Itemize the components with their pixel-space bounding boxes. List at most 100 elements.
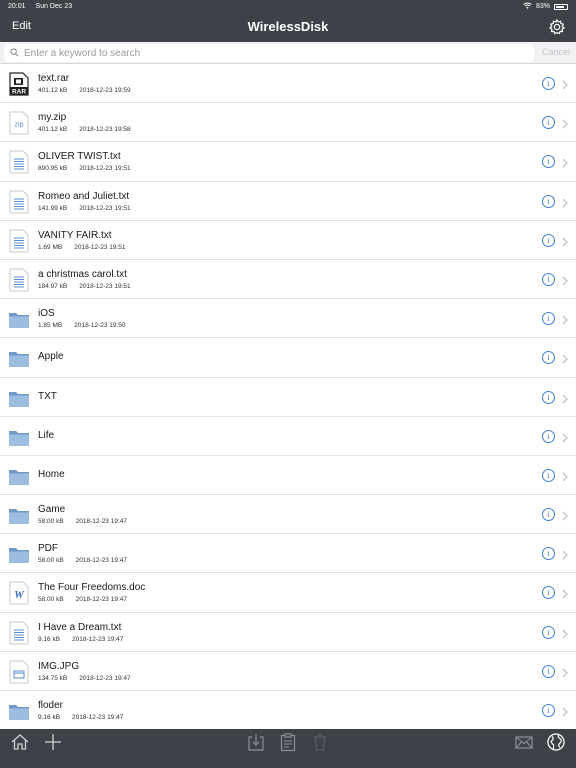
file-row[interactable]: W The Four Freedoms.doc 58.00 kB 2018-12-23…: [0, 573, 576, 613]
text-file-icon: [8, 621, 30, 645]
folder-icon: [8, 346, 30, 370]
folder-icon: [8, 386, 30, 410]
file-row[interactable]: Romeo and Juliet.txt 141.99 kB 2018-12-23 …: [0, 182, 576, 221]
file-date: 2018-12-23 19:51: [79, 204, 131, 212]
search-field[interactable]: [4, 44, 534, 62]
file-name: Romeo and Juliet.txt: [38, 190, 130, 202]
file-meta: 401.12 kB 2018-12-23 19:59: [38, 87, 131, 94]
chevron-right-icon: [561, 666, 569, 678]
mail-icon[interactable]: [514, 732, 534, 752]
file-row[interactable]: RAR text.rar 401.12 kB 2018-12-23 19:59 i: [0, 64, 576, 104]
file-size: 58.00 kB: [38, 518, 64, 526]
folder-icon: [8, 699, 30, 723]
folder-icon: [8, 503, 30, 527]
file-row[interactable]: iOS 1.85 MB 2018-12-23 19:50 i: [0, 299, 576, 339]
file-date: 2018-12-23 19:47: [72, 635, 124, 643]
info-icon[interactable]: i: [542, 312, 555, 326]
file-name: TXT: [38, 390, 57, 402]
globe-icon[interactable]: [546, 732, 566, 752]
chevron-right-icon: [561, 392, 569, 404]
file-row[interactable]: I Have a Dream.txt 9.16 kB 2018-12-23 19:4…: [0, 613, 576, 652]
file-meta: 141.99 kB 2018-12-23 19:51: [38, 205, 131, 212]
image-file-icon: [8, 660, 30, 684]
folder-icon: [8, 307, 30, 331]
info-icon[interactable]: i: [542, 547, 555, 561]
info-icon[interactable]: i: [542, 116, 555, 130]
chevron-right-icon: [561, 156, 569, 168]
info-icon[interactable]: i: [542, 233, 555, 247]
file-size: 9.16 kB: [38, 714, 61, 721]
add-icon[interactable]: [43, 732, 63, 752]
file-list: RAR text.rar 401.12 kB 2018-12-23 19:59 i zip…: [0, 64, 576, 729]
word-file-icon: W: [8, 581, 30, 605]
chevron-right-icon: [561, 352, 569, 364]
file-size: 1.69 MB: [38, 243, 63, 251]
nav-bar: Edit WirelessDisk: [0, 13, 576, 42]
file-meta: 9.16 kB 2018-12-23 19:47: [38, 636, 123, 643]
battery-percent: 83%: [535, 3, 550, 10]
info-icon[interactable]: i: [542, 664, 555, 678]
folder-icon: [8, 464, 30, 488]
info-icon[interactable]: i: [542, 586, 555, 600]
status-time: 20:01: [8, 3, 26, 10]
file-row[interactable]: floder 9.16 kB 2018-12-23 19:47 i: [0, 691, 576, 729]
info-icon[interactable]: i: [542, 390, 555, 404]
file-row[interactable]: Life i: [0, 417, 576, 456]
file-date: 2018-12-23 19:51: [79, 282, 131, 290]
file-row[interactable]: Home i: [0, 456, 576, 496]
file-date: 2018-12-23 19:47: [79, 674, 131, 682]
page-title: WirelessDisk: [247, 19, 329, 34]
app: 20:01 Sun Dec 23 83% Edit WirelessDisk E…: [0, 0, 576, 768]
info-icon[interactable]: i: [542, 429, 555, 443]
file-row[interactable]: a christmas carol.txt 184.97 kB 2018-12-23…: [0, 260, 576, 300]
file-row[interactable]: PDF 58.00 kB 2018-12-23 19:47 i: [0, 534, 576, 574]
info-icon[interactable]: i: [542, 508, 555, 522]
cancel-button[interactable]: Cancel: [542, 47, 570, 57]
file-name: The Four Freedoms.doc: [38, 582, 146, 594]
file-meta: 58.00 kB 2018-12-23 19:47: [38, 596, 127, 603]
info-icon[interactable]: i: [542, 625, 555, 639]
file-name: a christmas carol.txt: [38, 268, 127, 280]
file-name: my.zip: [38, 112, 67, 124]
file-name: Life: [38, 429, 55, 441]
info-icon[interactable]: i: [542, 272, 555, 286]
trash-icon[interactable]: [310, 732, 330, 752]
info-icon[interactable]: i: [542, 155, 555, 169]
search-icon: [10, 44, 19, 62]
info-icon[interactable]: i: [542, 704, 555, 717]
file-meta: 1.69 MB 2018-12-23 19:51: [38, 244, 126, 251]
file-date: 2018-12-23 19:51: [74, 243, 126, 251]
file-row[interactable]: Apple i: [0, 338, 576, 378]
file-name: IMG.JPG: [38, 660, 80, 672]
file-name: Game: [38, 504, 66, 516]
file-name: text.rar: [38, 73, 70, 84]
info-icon[interactable]: i: [542, 468, 555, 482]
info-icon[interactable]: i: [542, 351, 555, 365]
file-size: 184.97 kB: [38, 282, 68, 290]
file-row[interactable]: zip my.zip 401.12 kB 2018-12-23 19:58 i: [0, 103, 576, 143]
file-row[interactable]: OLIVER TWIST.txt 890.95 kB 2018-12-23 19:5…: [0, 142, 576, 182]
download-icon[interactable]: [246, 732, 266, 752]
file-size: 401.12 kB: [38, 126, 68, 134]
clipboard-icon[interactable]: [278, 732, 298, 752]
home-icon[interactable]: [10, 732, 30, 752]
chevron-right-icon: [561, 548, 569, 560]
file-name: floder: [38, 700, 64, 711]
file-size: 890.95 kB: [38, 165, 68, 173]
file-row[interactable]: VANITY FAIR.txt 1.69 MB 2018-12-23 19:51 i: [0, 221, 576, 260]
gear-icon[interactable]: [548, 18, 566, 36]
text-file-icon: [8, 268, 30, 292]
bottom-toolbar: [0, 729, 576, 768]
search-input[interactable]: [24, 47, 534, 59]
file-date: 2018-12-23 19:51: [79, 165, 131, 173]
folder-icon: [8, 425, 30, 449]
file-row[interactable]: Game 58.00 kB 2018-12-23 19:47 i: [0, 495, 576, 535]
file-row[interactable]: TXT i: [0, 378, 576, 417]
info-icon[interactable]: i: [542, 194, 555, 208]
chevron-right-icon: [561, 705, 569, 717]
info-icon[interactable]: i: [542, 77, 555, 90]
chevron-right-icon: [561, 274, 569, 286]
file-row[interactable]: IMG.JPG 134.75 kB 2018-12-23 19:47 i: [0, 652, 576, 691]
chevron-right-icon: [561, 313, 569, 325]
status-bar: 20:01 Sun Dec 23 83%: [0, 0, 576, 13]
